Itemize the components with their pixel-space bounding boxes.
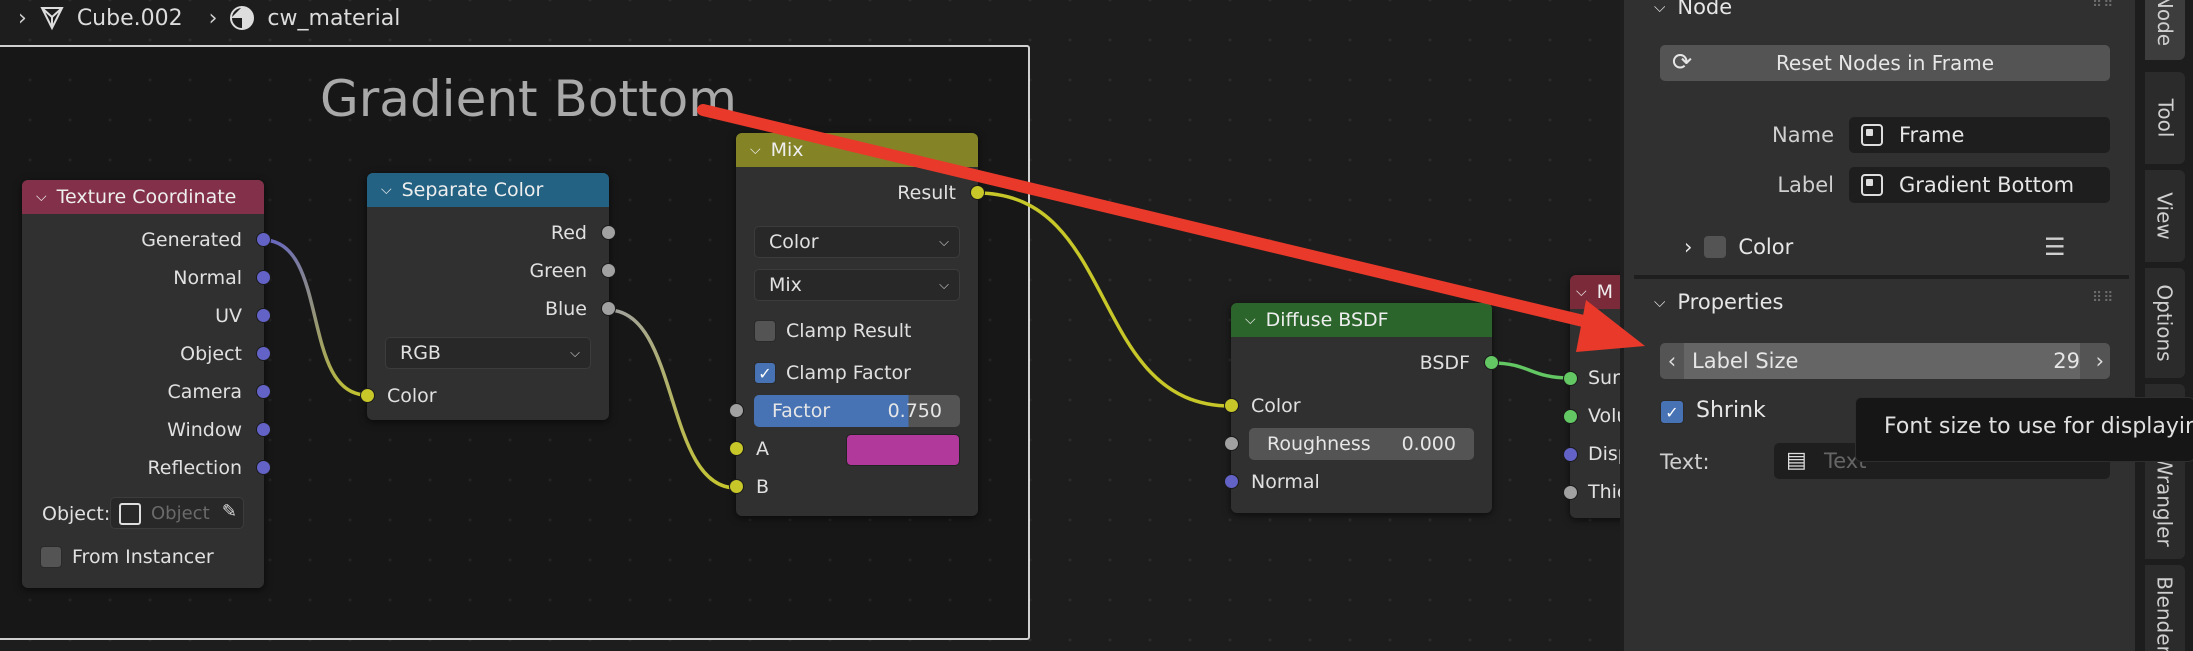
blender-window: › Cube.002 › cw_material Gradient Bottom… [0,0,2193,651]
annotation-arrow [697,104,1645,352]
